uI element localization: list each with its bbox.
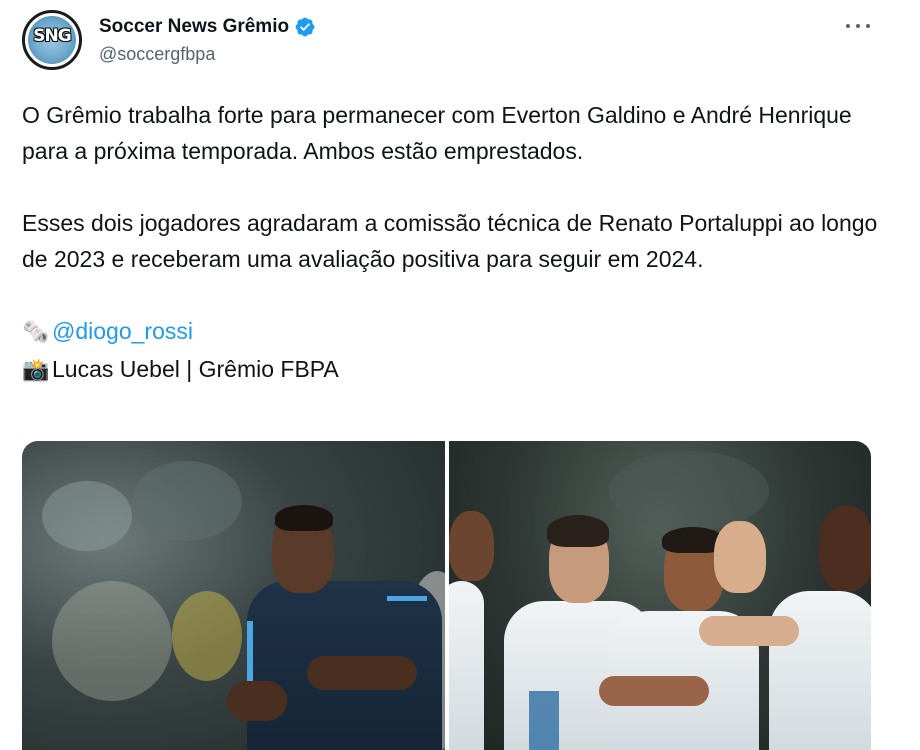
tweet-paragraph-2: Esses dois jogadores agradaram a comissã… bbox=[22, 210, 878, 272]
credit-photo-line: 📸 Lucas Uebel | Grêmio FBPA bbox=[22, 351, 882, 389]
avatar-logo-text: SNG bbox=[33, 26, 71, 46]
player-arm bbox=[307, 656, 417, 690]
player-hair bbox=[275, 505, 333, 531]
author-display-name[interactable]: Soccer News Grêmio bbox=[99, 16, 289, 38]
tweet-text: O Grêmio trabalha forte para permanecer … bbox=[22, 97, 882, 389]
more-dot bbox=[856, 24, 860, 28]
jersey-white bbox=[768, 591, 871, 750]
player-head bbox=[818, 506, 871, 591]
media-photo-2[interactable] bbox=[448, 441, 871, 750]
author-avatar[interactable]: SNG bbox=[22, 10, 82, 70]
author-names: Soccer News Grêmio @soccergfbpa bbox=[99, 14, 316, 65]
player-hair bbox=[546, 515, 609, 547]
player-arm bbox=[598, 676, 709, 706]
more-options-icon[interactable] bbox=[846, 16, 870, 36]
tweet-media bbox=[22, 441, 871, 750]
newspaper-emoji-icon: 🗞️ bbox=[22, 320, 50, 345]
crowd-blur bbox=[52, 581, 172, 701]
player-figure bbox=[227, 481, 445, 750]
camera-flash-emoji-icon: 📸 bbox=[22, 358, 50, 383]
player-head bbox=[448, 511, 494, 581]
media-photo-1[interactable] bbox=[22, 441, 445, 750]
credit-photo-text: Lucas Uebel | Grêmio FBPA bbox=[52, 356, 339, 382]
crowd-blur bbox=[172, 591, 242, 681]
credit-mention-line: 🗞️ @diogo_rossi bbox=[22, 313, 882, 351]
display-name-row: Soccer News Grêmio bbox=[99, 14, 316, 40]
more-dot bbox=[846, 24, 850, 28]
crowd-blur bbox=[608, 451, 769, 531]
jersey-accent bbox=[387, 596, 427, 601]
verified-badge-icon[interactable] bbox=[294, 16, 316, 38]
author-handle[interactable]: @soccergfbpa bbox=[99, 44, 316, 65]
more-dot bbox=[866, 24, 870, 28]
tweet-credits: 🗞️ @diogo_rossi 📸 Lucas Uebel | Grêmio FBP… bbox=[22, 313, 882, 389]
crowd-blur bbox=[132, 461, 242, 541]
jersey-white bbox=[448, 581, 484, 750]
player-arm bbox=[227, 681, 287, 721]
player-arm bbox=[698, 616, 799, 646]
jersey-stripe bbox=[528, 691, 559, 750]
player-head bbox=[713, 521, 766, 593]
credit-mention-link[interactable]: @diogo_rossi bbox=[52, 318, 193, 344]
tweet-paragraph-1: O Grêmio trabalha forte para permanecer … bbox=[22, 102, 852, 164]
crowd-blur bbox=[42, 481, 132, 551]
tweet-header: SNG Soccer News Grêmio @soccergfbpa bbox=[22, 10, 898, 74]
